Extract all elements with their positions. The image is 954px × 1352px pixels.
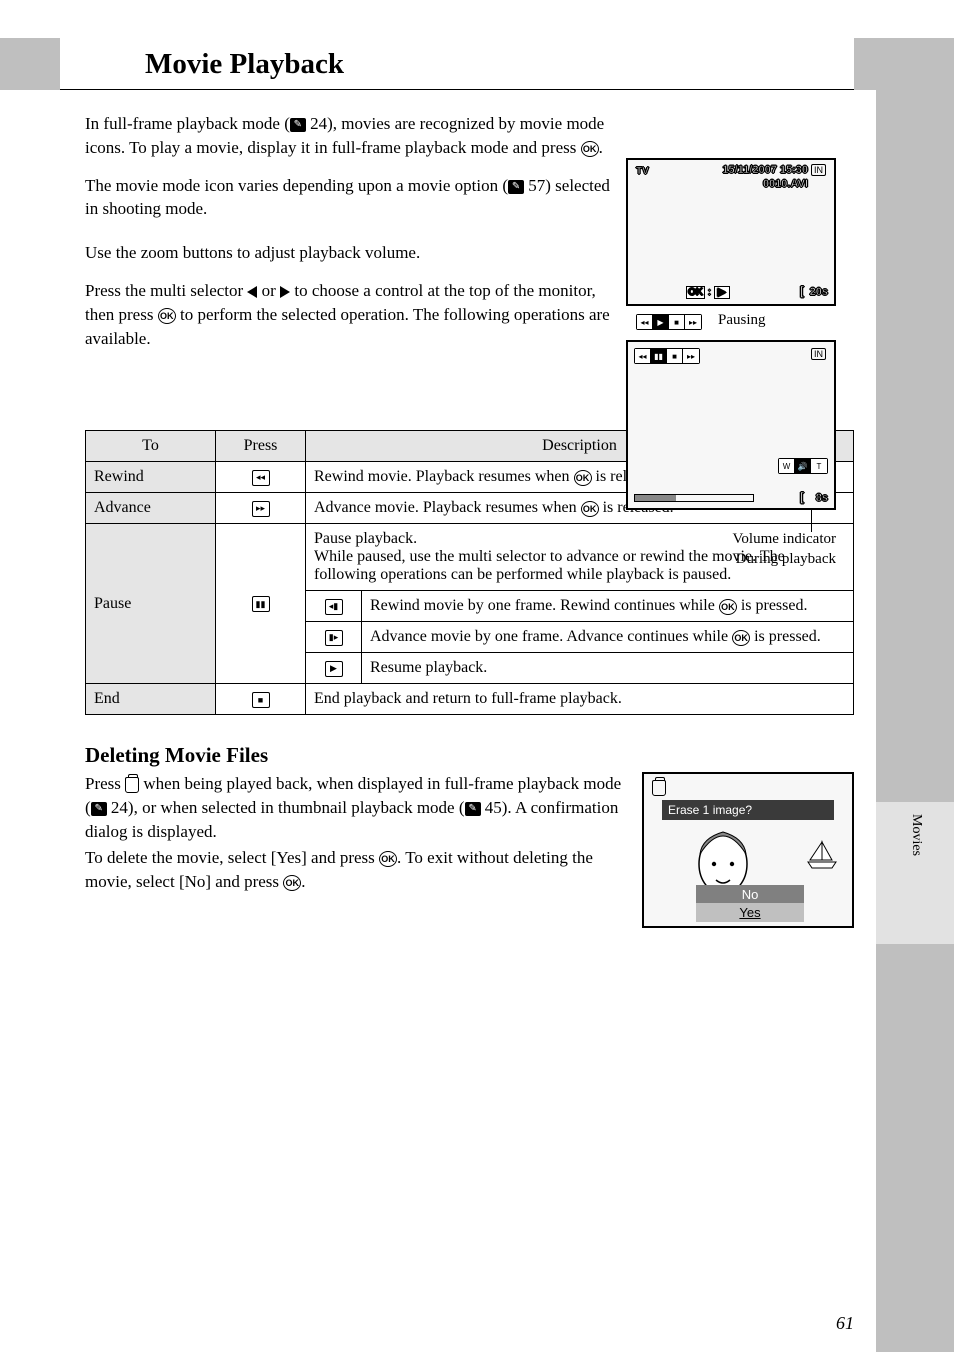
pausing-strip: ◂◂▶■▸▸ Pausing xyxy=(626,312,854,336)
right-arrow-icon xyxy=(280,286,290,298)
page-number: 61 xyxy=(836,1313,854,1334)
date-text: 15/11/2007 15:30 xyxy=(722,164,808,176)
ok-play-hint: OK : ▶ xyxy=(686,287,730,298)
delete-para-2: To delete the movie, select [Yes] and pr… xyxy=(85,846,625,894)
trash-icon xyxy=(125,777,139,793)
section-header: Movie Playback xyxy=(0,38,954,90)
page-margin xyxy=(876,38,954,1352)
erase-title: Erase 1 image? xyxy=(662,800,834,820)
row-pause-to: Pause xyxy=(86,524,216,684)
page-ref-icon: ✎ xyxy=(508,180,524,194)
memory-icon: IN xyxy=(811,348,826,360)
dialog-yes: Yes xyxy=(696,903,804,922)
row-pause-r2: Advance movie by one frame. Advance cont… xyxy=(362,622,854,653)
row-end-press: ■ xyxy=(216,684,306,715)
stop-icon: ■ xyxy=(252,692,270,708)
pause-icon: ▮▮ xyxy=(252,596,270,612)
ok-button-icon: OK xyxy=(283,875,301,891)
caption-volume: Volume indicator xyxy=(626,530,854,550)
row-rewind-press: ◂◂ xyxy=(216,462,306,493)
rewind-icon: ◂◂ xyxy=(252,470,270,486)
intro-para-4: Press the multi selector or to choose a … xyxy=(85,279,625,350)
bracket-icon: [ xyxy=(800,490,804,504)
page-ref-icon: ✎ xyxy=(465,802,481,816)
row-pause-frame-advance-icon: ▮▸ xyxy=(306,622,362,653)
row-pause-r3: Resume playback. xyxy=(362,653,854,684)
delete-para-1: Press when being played back, when displ… xyxy=(85,772,625,843)
col-to: To xyxy=(86,431,216,462)
frame-advance-icon: ▮▸ xyxy=(325,630,343,646)
bracket-icon: [ xyxy=(800,284,804,298)
ok-button-icon: OK xyxy=(732,630,750,646)
ok-button-icon: OK xyxy=(158,308,176,324)
delete-dialog-figure: Erase 1 image? No Yes xyxy=(642,772,854,928)
row-advance-to: Advance xyxy=(86,493,216,524)
lcd-preview-bottom: ◂◂▮▮■▸▸ IN W🔊T [ 8s xyxy=(626,340,836,510)
playback-controls-icon: ◂◂▮▮■▸▸ xyxy=(634,348,700,364)
play-icon: ▶ xyxy=(325,661,343,677)
delete-heading: Deleting Movie Files xyxy=(85,743,854,768)
row-pause-r1: Rewind movie by one frame. Rewind contin… xyxy=(362,591,854,622)
remaining-text: 8s xyxy=(816,492,828,504)
row-pause-frame-rewind-icon: ◂▮ xyxy=(306,591,362,622)
memory-icon: IN xyxy=(811,164,826,176)
ok-button-icon: OK xyxy=(581,501,599,517)
ok-button-icon: OK xyxy=(581,141,599,157)
pausing-label: Pausing xyxy=(718,312,766,329)
trash-icon xyxy=(652,780,666,796)
page-title: Movie Playback xyxy=(60,38,854,90)
page-ref-icon: ✎ xyxy=(91,802,107,816)
dialog-no: No xyxy=(696,885,804,904)
callout-line xyxy=(811,508,812,532)
lcd-preview-top: TV 15/11/2007 15:30 IN 0010.AVI OK : ▶ [… xyxy=(626,158,836,306)
filename-text: 0010.AVI xyxy=(763,178,808,190)
progress-bar xyxy=(634,494,754,502)
ok-button-icon: OK xyxy=(379,851,397,867)
intro-para-2: The movie mode icon varies depending upo… xyxy=(85,174,625,222)
row-end-desc: End playback and return to full-frame pl… xyxy=(306,684,854,715)
advance-icon: ▸▸ xyxy=(252,501,270,517)
pausing-controls-icon: ◂◂▶■▸▸ xyxy=(636,314,702,330)
col-press: Press xyxy=(216,431,306,462)
sailboat-icon xyxy=(804,838,840,870)
page-ref-icon: ✎ xyxy=(290,118,306,132)
side-tab-label: Movies xyxy=(908,814,924,856)
intro-para-1: In full-frame playback mode (✎ 24), movi… xyxy=(85,112,625,160)
frame-rewind-icon: ◂▮ xyxy=(325,599,343,615)
left-arrow-icon xyxy=(247,286,257,298)
row-pause-resume-icon: ▶ xyxy=(306,653,362,684)
duration-text: 20s xyxy=(810,286,828,298)
row-pause-press: ▮▮ xyxy=(216,524,306,684)
row-advance-press: ▸▸ xyxy=(216,493,306,524)
row-end-to: End xyxy=(86,684,216,715)
intro-para-3: Use the zoom buttons to adjust playback … xyxy=(85,241,625,265)
volume-indicator-icon: W🔊T xyxy=(778,458,828,474)
mode-icon: TV xyxy=(636,166,649,177)
ok-button-icon: OK xyxy=(719,599,737,615)
ok-button-icon: OK xyxy=(574,470,592,486)
caption-during: During playback xyxy=(626,550,854,570)
row-rewind-to: Rewind xyxy=(86,462,216,493)
